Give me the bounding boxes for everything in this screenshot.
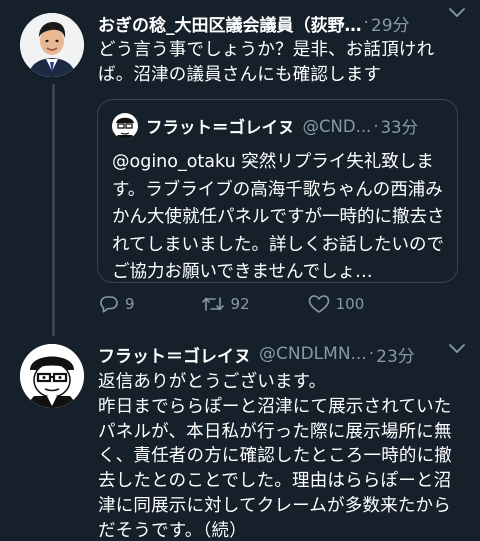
quoted-author-name: フラット＝ゴレイヌ: [146, 118, 295, 137]
author-avatar[interactable]: [20, 13, 84, 77]
separator-dot: ·: [373, 116, 379, 136]
quoted-text: @ogino_otaku 突然リプライ失礼致します。ラブライブの高海千歌ちゃんの…: [112, 152, 445, 282]
tweet-actions: 9 92 100: [99, 292, 404, 316]
retweet-count: 92: [230, 295, 250, 313]
chevron-down-icon[interactable]: [448, 6, 466, 20]
quoted-time: 33分: [380, 118, 419, 137]
tweet-text: 返信ありがとうございます。 昨日までららぽーと沼津にて展示されていたパネルが、本…: [98, 372, 452, 541]
quoted-header: フラット＝ゴレイヌ @CND... · 33分: [146, 114, 447, 138]
reply-icon: [100, 296, 118, 313]
tweet-2[interactable]: フラット＝ゴレイヌ @CNDLMN... · 23分 返信ありがとうございます。…: [0, 336, 480, 541]
separator-dot: ·: [363, 13, 369, 33]
like-button[interactable]: 100: [308, 292, 365, 316]
separator-dot: ·: [368, 344, 375, 364]
reply-button[interactable]: 9: [99, 292, 135, 316]
tweet-header: フラット＝ゴレイヌ @CNDLMN... · 23分: [98, 342, 468, 366]
quoted-author-handle: @CND...: [302, 116, 372, 136]
thread-line: [52, 84, 55, 336]
retweet-icon: [201, 297, 224, 311]
author-avatar[interactable]: [20, 344, 84, 408]
tweet-time[interactable]: 29分: [371, 11, 410, 36]
tweet-time[interactable]: 23分: [376, 342, 415, 367]
author-handle: @CNDLMN...: [259, 344, 367, 364]
retweet-button[interactable]: 92: [201, 292, 250, 316]
chevron-down-icon[interactable]: [448, 342, 466, 356]
author-name[interactable]: フラット＝ゴレイヌ: [98, 342, 251, 367]
heart-icon: [308, 295, 329, 313]
quoted-author-avatar: [112, 113, 138, 139]
tweet-header: おぎの稔_大田区議会議員（荻野… · 29分: [98, 11, 468, 35]
reply-count: 9: [125, 295, 135, 313]
author-name[interactable]: おぎの稔_大田区議会議員（荻野…: [98, 11, 362, 36]
tweet-text: どう言う事でしょうか？是非、お話頂ければ。沼津の議員さんにも確認します: [98, 40, 435, 85]
tweet-1[interactable]: おぎの稔_大田区議会議員（荻野… · 29分 どう言う事でしょうか？是非、お話頂…: [0, 0, 480, 336]
like-count: 100: [335, 295, 365, 313]
quoted-tweet[interactable]: フラット＝ゴレイヌ @CND... · 33分 @ogino_otaku 突然リ…: [97, 99, 458, 283]
